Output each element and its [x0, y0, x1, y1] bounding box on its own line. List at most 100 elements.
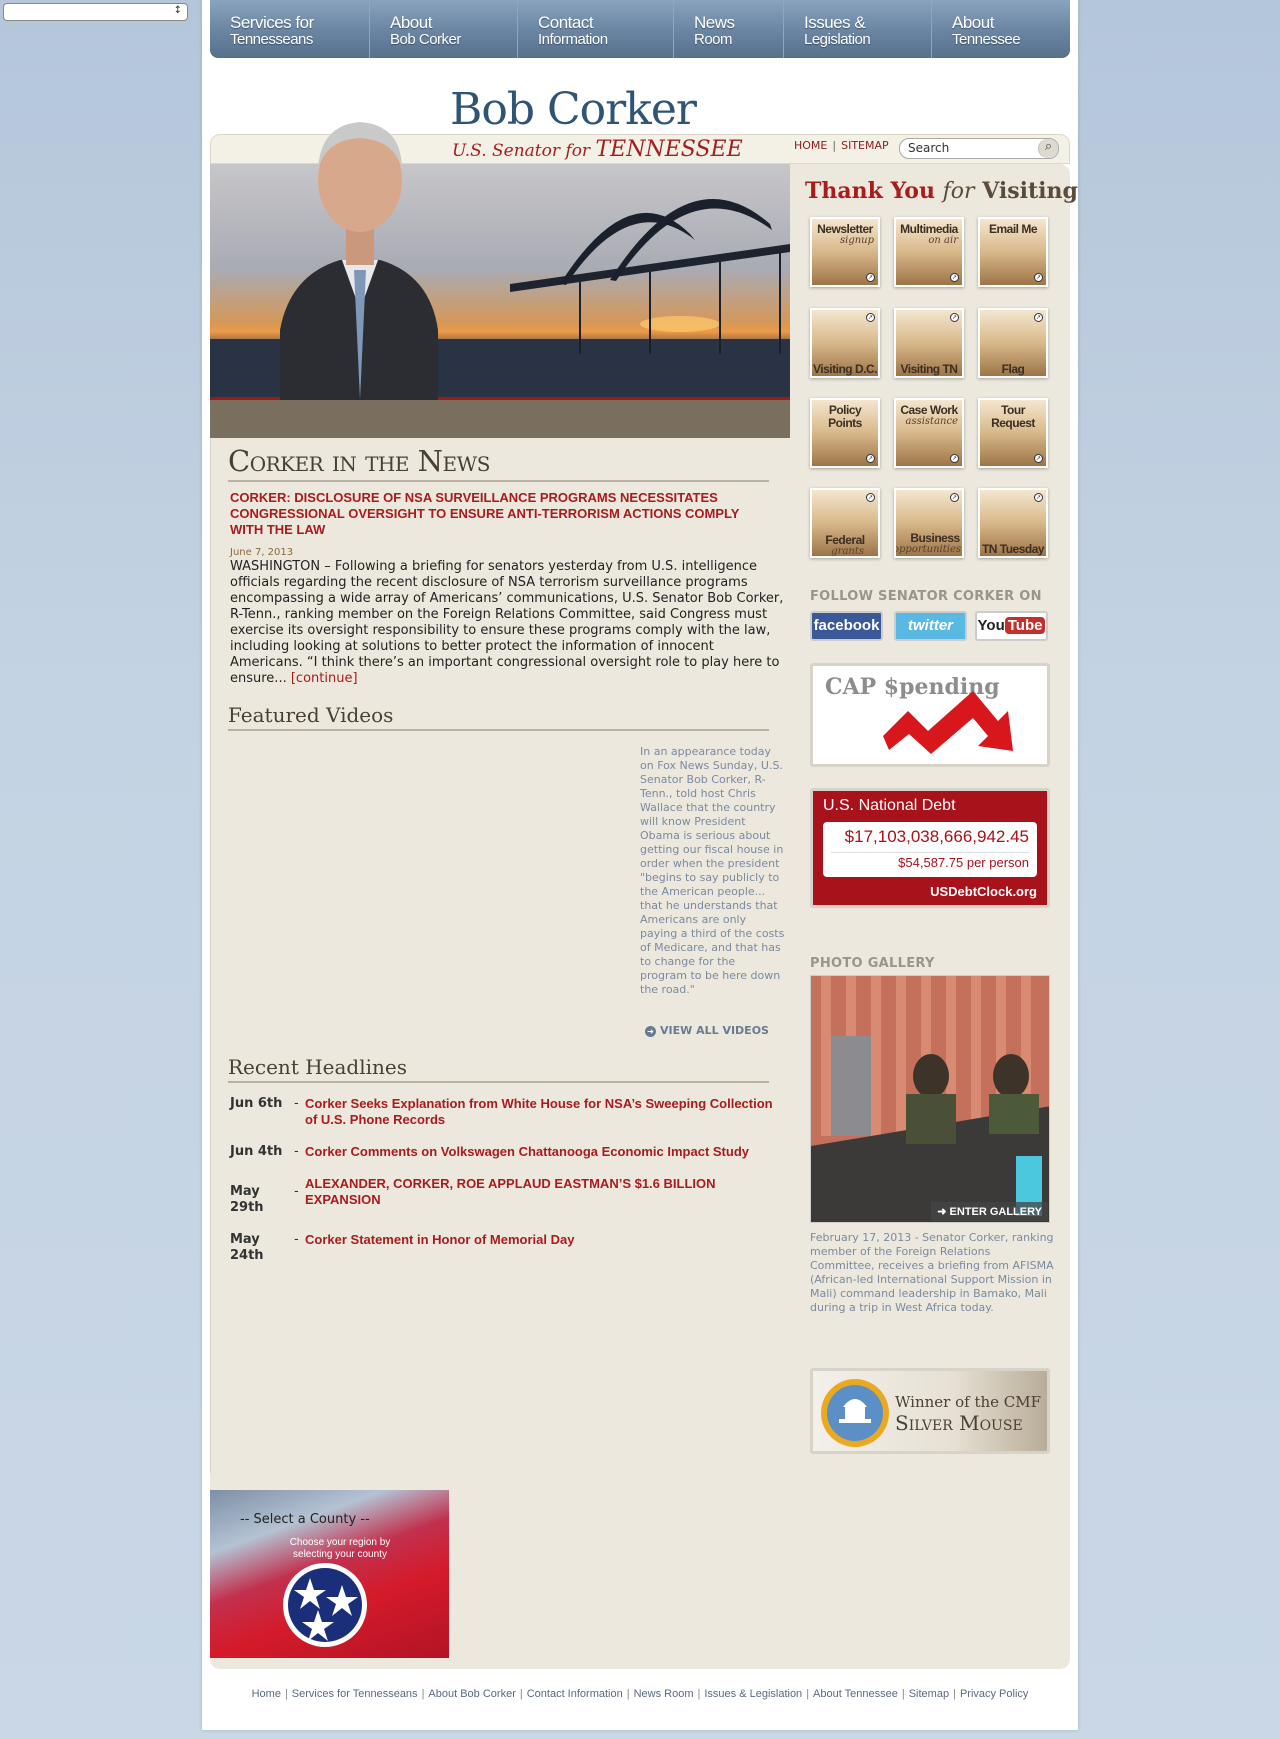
nav-label-line2: Legislation [804, 31, 871, 48]
tile-visiting-tn[interactable]: Visiting TN ↗ [894, 308, 964, 378]
subtitle-state: TENNESSEE [595, 137, 743, 162]
tile-tour-request[interactable]: Tour Request ↗ [978, 398, 1048, 468]
search-icon[interactable]: ⌕ [1038, 139, 1058, 158]
youtube-button[interactable]: You Tube [975, 611, 1048, 641]
tile-tn-tuesday[interactable]: TN Tuesday ↗ [978, 488, 1048, 558]
headline-row: May 29th - ALEXANDER, CORKER, ROE APPLAU… [230, 1168, 790, 1215]
home-link[interactable]: HOME [794, 139, 827, 152]
footer-link-sitemap[interactable]: Sitemap [909, 1688, 949, 1700]
tile-sublabel: on air [928, 235, 958, 246]
county-selector-panel[interactable]: -- Select a County -- Choose your region… [210, 1490, 449, 1658]
headline-link[interactable]: Corker Statement in Honor of Memorial Da… [305, 1232, 775, 1248]
debt-source-link[interactable]: USDebtClock.org [930, 884, 1037, 899]
video-player[interactable] [230, 745, 625, 995]
footer-separator: | [284, 1688, 288, 1700]
tile-sublabel: assistance [905, 416, 959, 427]
arrow-icon: ↗ [866, 313, 875, 322]
nav-issues-legislation[interactable]: Issues & Legislation [784, 0, 932, 58]
tile-email-me[interactable]: Email Me ↗ [978, 217, 1048, 287]
search-input[interactable]: Search [899, 138, 1059, 159]
enter-gallery-button[interactable]: ➜ ENTER GALLERY [931, 1202, 1048, 1221]
footer-link-contact[interactable]: Contact Information [527, 1688, 623, 1700]
tile-business-opportunities[interactable]: Business opportunities ↗ [894, 488, 964, 558]
news-headline-link[interactable]: CORKER: DISCLOSURE OF NSA SURVEILLANCE P… [230, 490, 770, 538]
tile-label: Tour Request [991, 403, 1035, 430]
youtube-tube: Tube [1004, 617, 1046, 634]
view-all-label: VIEW ALL VIDEOS [660, 1024, 769, 1037]
headline-dash: - [294, 1184, 299, 1199]
arrow-icon: ↗ [1034, 273, 1043, 282]
photo-gallery-image[interactable]: ➜ ENTER GALLERY [810, 975, 1050, 1223]
follow-heading: FOLLOW SENATOR CORKER ON [810, 589, 1042, 604]
tile-multimedia[interactable]: Multimedia on air ↗ [894, 217, 964, 287]
cap-spending-banner[interactable]: CAP $pending [810, 663, 1050, 767]
thank-you-heading: Thank You for Visiting [805, 178, 1078, 204]
video-caption: In an appearance today on Fox News Sunda… [640, 745, 785, 996]
debt-title: U.S. National Debt [823, 797, 956, 814]
nav-contact-information[interactable]: Contact Information [518, 0, 674, 58]
tile-flag-request[interactable]: Flag Request ↗ [978, 308, 1048, 378]
tile-visiting-dc[interactable]: Visiting D.C. ↗ [810, 308, 880, 378]
footer-link-services[interactable]: Services for Tennesseans [292, 1688, 418, 1700]
headline-date: Jun 4th [230, 1144, 283, 1159]
county-select-dropdown[interactable]: -- Select a County -- [240, 1512, 370, 1527]
arrow-icon: ↗ [866, 454, 875, 463]
tile-label: TN Tuesday [981, 542, 1045, 556]
news-body-text: WASHINGTON – Following a briefing for se… [230, 559, 784, 686]
link-separator: | [832, 139, 837, 152]
arrow-icon: ↗ [1034, 493, 1043, 502]
footer-link-home[interactable]: Home [252, 1688, 281, 1700]
headline-link[interactable]: Corker Seeks Explanation from White Hous… [305, 1096, 775, 1128]
tile-case-work[interactable]: Case Work assistance ↗ [894, 398, 964, 468]
utility-links: HOME | SITEMAP [794, 139, 889, 152]
sitemap-link[interactable]: SITEMAP [841, 139, 889, 152]
footer-link-tennessee[interactable]: About Tennessee [813, 1688, 898, 1700]
headline-date: Jun 6th [230, 1096, 283, 1111]
headline-date: May 29th [230, 1184, 264, 1215]
footer-link-news[interactable]: News Room [634, 1688, 694, 1700]
nav-label-line1: Contact [538, 13, 594, 32]
footer-link-issues[interactable]: Issues & Legislation [704, 1688, 802, 1700]
footer-link-about[interactable]: About Bob Corker [428, 1688, 515, 1700]
youtube-you: You [977, 617, 1005, 634]
debt-amount: $17,103,038,666,942.45 [844, 827, 1029, 846]
headline-link[interactable]: Corker Comments on Volkswagen Chattanoog… [305, 1144, 775, 1160]
nav-services-for-tennesseans[interactable]: Services for Tennesseans [210, 0, 370, 58]
footer-links: Home | Services for Tennesseans | About Bob … [202, 1688, 1078, 1700]
headline-link[interactable]: ALEXANDER, CORKER, ROE APPLAUD EASTMAN’S… [305, 1176, 775, 1208]
view-all-videos-link[interactable]: ➜ VIEW ALL VIDEOS [645, 1024, 769, 1037]
nav-about-bob-corker[interactable]: About Bob Corker [370, 0, 518, 58]
cmf-award-badge[interactable]: Winner of the CMF Silver Mouse [810, 1368, 1050, 1454]
nav-label-line1: News [694, 13, 735, 32]
tile-federal-grants[interactable]: Federal grants ↗ [810, 488, 880, 558]
nav-label-line1: About [952, 13, 994, 32]
continue-link[interactable]: [continue] [291, 671, 358, 686]
nav-label-line1: About [390, 13, 432, 32]
enter-gallery-label: ENTER GALLERY [949, 1206, 1043, 1218]
footer-separator: | [697, 1688, 701, 1700]
headline-row: May 24th - Corker Statement in Honor of … [230, 1224, 790, 1263]
nav-news-room[interactable]: News Room [674, 0, 784, 58]
arrow-icon: ↗ [950, 493, 959, 502]
nav-label-line2: Tennessee [952, 31, 1021, 48]
arrow-icon: ↗ [950, 273, 959, 282]
tile-sublabel: grants [831, 546, 864, 557]
cmf-line1: Winner of the CMF [895, 1393, 1042, 1411]
arrow-icon: ↗ [866, 273, 875, 282]
footer-separator: | [806, 1688, 810, 1700]
footer-link-privacy[interactable]: Privacy Policy [960, 1688, 1028, 1700]
nav-about-tennessee[interactable]: About Tennessee [932, 0, 1070, 58]
debt-per-person: $54,587.75 per person [898, 855, 1029, 870]
facebook-button[interactable]: facebook [810, 611, 883, 641]
thank-you-a: Thank You [805, 178, 935, 204]
photo-caption: February 17, 2013 - Senator Corker, rank… [810, 1231, 1054, 1314]
top-select-dropdown[interactable] [3, 3, 188, 21]
tile-policy-points[interactable]: Policy Points ↗ [810, 398, 880, 468]
footer-separator: | [901, 1688, 905, 1700]
twitter-button[interactable]: twitter [894, 611, 967, 641]
county-hint: Choose your region by selecting your cou… [289, 1537, 391, 1560]
national-debt-widget[interactable]: U.S. National Debt $17,103,038,666,942.4… [810, 788, 1050, 908]
tile-newsletter[interactable]: Newsletter signup ↗ [810, 217, 880, 287]
footer-separator: | [519, 1688, 523, 1700]
headline-dash: - [294, 1096, 299, 1111]
